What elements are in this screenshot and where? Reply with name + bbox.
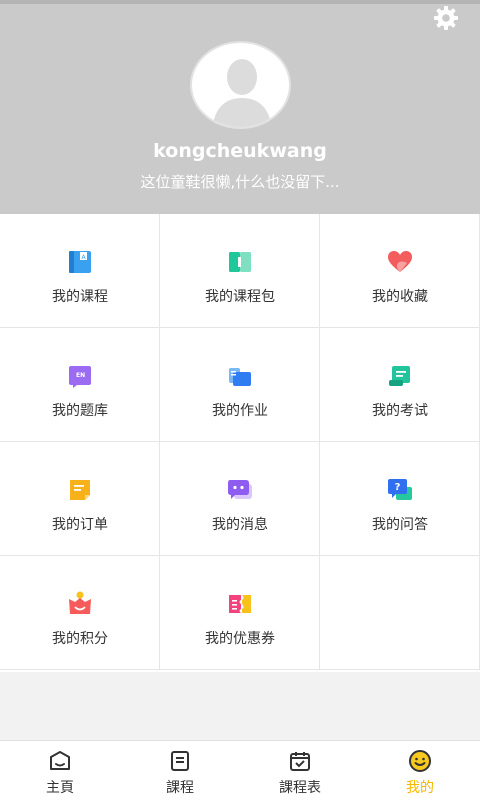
bottom-tab-bar: 主頁 課程 課程表 我的 [0, 740, 480, 800]
exam-scroll-icon [389, 366, 410, 386]
tab-profile[interactable]: 我的 [360, 741, 480, 800]
tab-label: 課程 [166, 780, 194, 796]
course-book-icon: A [69, 251, 91, 273]
smiley-profile-icon [409, 750, 431, 772]
course-package-icon [229, 252, 251, 272]
user-bio: 这位童鞋很懒,什么也没留下... [140, 173, 340, 191]
menu-item-my-homework[interactable]: 我的作业 [160, 328, 320, 442]
status-strip [0, 0, 480, 4]
menu-item-label: 我的订单 [52, 517, 108, 533]
menu-item-label: 我的收藏 [372, 289, 428, 305]
order-note-icon [70, 480, 90, 500]
menu-item-my-favorites[interactable]: 我的收藏 [320, 214, 480, 328]
menu-item-my-question-bank[interactable]: EN 我的题库 [0, 328, 160, 442]
svg-text:?: ? [395, 482, 401, 493]
qa-bubble-icon: ? [388, 479, 412, 500]
menu-item-my-courses[interactable]: A 我的课程 [0, 214, 160, 328]
avatar[interactable] [190, 41, 291, 129]
home-icon [50, 751, 70, 770]
username: kongcheukwang [153, 140, 327, 162]
tab-courses[interactable]: 課程 [120, 741, 240, 800]
menu-item-label: 我的优惠券 [205, 631, 275, 647]
menu-item-label: 我的消息 [212, 517, 268, 533]
tab-label: 主頁 [46, 780, 74, 796]
tab-home[interactable]: 主頁 [0, 741, 120, 800]
course-list-icon [171, 751, 189, 771]
menu-item-my-orders[interactable]: 我的订单 [0, 442, 160, 556]
message-bubble-icon [228, 480, 252, 499]
coupon-ticket-icon [229, 595, 251, 613]
menu-item-my-qa[interactable]: ? 我的问答 [320, 442, 480, 556]
default-user-icon [212, 59, 272, 127]
svg-text:EN: EN [76, 372, 85, 379]
tab-label: 我的 [406, 780, 434, 796]
menu-item-my-exams[interactable]: 我的考试 [320, 328, 480, 442]
menu-item-label: 我的积分 [52, 631, 108, 647]
menu-item-label: 我的作业 [212, 403, 268, 419]
calendar-icon [290, 752, 310, 771]
menu-item-label: 我的考试 [372, 403, 428, 419]
menu-item-my-coupons[interactable]: 我的优惠券 [160, 556, 320, 670]
heart-favorite-icon [388, 251, 412, 272]
homework-folder-icon [229, 368, 251, 386]
menu-item-my-course-package[interactable]: 我的课程包 [160, 214, 320, 328]
menu-item-label: 我的课程 [52, 289, 108, 305]
menu-item-empty [320, 556, 480, 670]
question-bank-icon: EN [69, 366, 91, 388]
gear-icon[interactable] [432, 4, 460, 32]
menu-item-label: 我的题库 [52, 403, 108, 419]
tab-label: 課程表 [279, 780, 321, 796]
points-gift-icon [69, 591, 91, 614]
tab-schedule[interactable]: 課程表 [240, 741, 360, 800]
menu-item-my-messages[interactable]: 我的消息 [160, 442, 320, 556]
menu-grid: A 我的课程 我的课程包 我的收藏 EN 我的题库 我的作业 我的考试 我的订单… [0, 214, 480, 672]
menu-item-my-points[interactable]: 我的积分 [0, 556, 160, 670]
menu-item-label: 我的课程包 [205, 289, 275, 305]
profile-header: kongcheukwang 这位童鞋很懒,什么也没留下... [0, 0, 480, 214]
menu-item-label: 我的问答 [372, 517, 428, 533]
